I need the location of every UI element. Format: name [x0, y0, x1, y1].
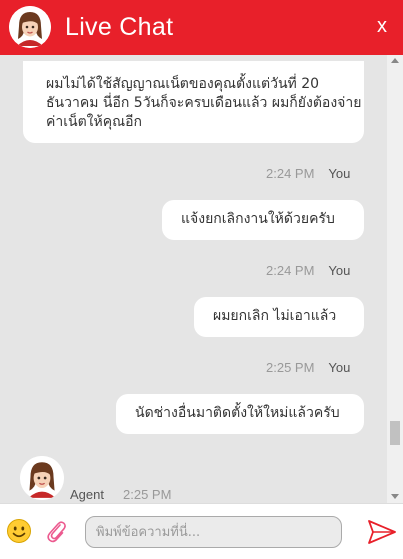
smiley-icon[interactable] [6, 518, 32, 544]
message-meta: 2:25 PM You [266, 360, 350, 376]
paperclip-icon[interactable] [44, 518, 68, 544]
agent-message-time: 2:25 PM [123, 487, 172, 502]
agent-name: Agent [70, 487, 104, 502]
send-icon[interactable] [367, 518, 397, 546]
chat-title: Live Chat [65, 13, 174, 41]
message-bubble: นัดช่างอื่นมาติดตั้งให้ใหม่แล้วครับ [116, 394, 364, 434]
message-sender: You [328, 263, 351, 278]
message-meta: 2:24 PM You [266, 166, 350, 182]
composer-bar [0, 503, 403, 559]
message-sender: You [328, 166, 351, 181]
message-bubble: แจ้งยกเลิกงานให้ด้วยครับ [162, 200, 364, 240]
agent-avatar-icon [9, 6, 51, 48]
message-time: 2:24 PM [266, 263, 315, 278]
message-text: ผมไม่ได้ใช้สัญญาณเน็ตของคุณตั้งแต่วันที่… [46, 76, 362, 130]
scroll-up-arrow-icon[interactable] [391, 58, 399, 63]
chat-scrollbar[interactable] [387, 55, 403, 503]
close-button[interactable]: x [377, 14, 387, 38]
message-bubble: ผมไม่ได้ใช้สัญญาณเน็ตของคุณตั้งแต่วันที่… [23, 61, 364, 143]
message-bubble: ผมยกเลิก ไม่เอาแล้ว [194, 297, 364, 337]
message-text: ผมยกเลิก ไม่เอาแล้ว [213, 308, 337, 324]
chat-header: Live Chat x [0, 0, 403, 55]
message-list[interactable]: ผมไม่ได้ใช้สัญญาณเน็ตของคุณตั้งแต่วันที่… [0, 55, 403, 503]
message-time: 2:24 PM [266, 166, 315, 181]
scroll-thumb[interactable] [390, 421, 400, 445]
message-sender: You [328, 360, 351, 375]
scroll-down-arrow-icon[interactable] [391, 494, 399, 499]
message-text: นัดช่างอื่นมาติดตั้งให้ใหม่แล้วครับ [135, 405, 340, 421]
message-text: แจ้งยกเลิกงานให้ด้วยครับ [181, 211, 335, 227]
message-input[interactable] [85, 516, 342, 548]
agent-avatar-icon [20, 456, 64, 500]
message-time: 2:25 PM [266, 360, 315, 375]
message-meta: 2:24 PM You [266, 263, 350, 279]
